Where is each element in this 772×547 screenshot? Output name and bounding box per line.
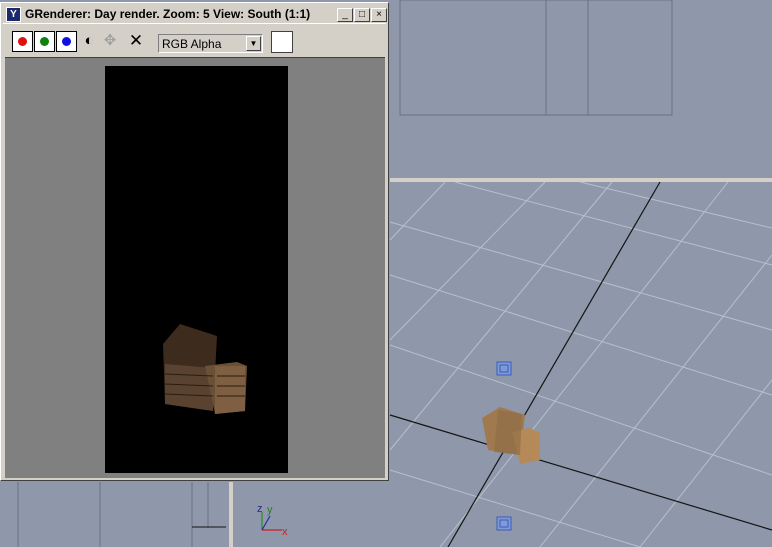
display-mode-select[interactable]: RGB Alpha ▼ — [158, 34, 263, 53]
green-channel-button[interactable] — [34, 31, 55, 52]
window-title: GRenderer: Day render. Zoom: 5 View: Sou… — [25, 7, 311, 21]
display-mode-value: RGB Alpha — [162, 37, 222, 51]
chevron-down-icon[interactable]: ▼ — [246, 36, 261, 51]
app-icon: Y — [6, 7, 21, 22]
light-marker-icon[interactable] — [496, 361, 512, 376]
clear-icon[interactable]: ✕ — [127, 32, 145, 50]
minimize-button[interactable]: _ — [337, 8, 353, 22]
maximize-button[interactable]: □ — [354, 8, 370, 22]
camera-marker-icon[interactable] — [496, 516, 512, 531]
axis-x-label: x — [282, 526, 288, 538]
red-dot-icon — [18, 37, 27, 46]
rendered-scene — [105, 66, 288, 473]
bottom-left-viewport[interactable] — [0, 482, 233, 547]
axis-y-label: y — [267, 504, 273, 516]
mono-channel-icon[interactable]: ◐ — [80, 32, 98, 50]
grenderer-window[interactable]: Y GRenderer: Day render. Zoom: 5 View: S… — [0, 2, 389, 481]
viewport-divider[interactable] — [390, 178, 772, 182]
render-image — [105, 66, 288, 473]
red-channel-button[interactable] — [12, 31, 33, 52]
top-viewport[interactable] — [390, 0, 772, 178]
disabled-tool-icon: ✥ — [103, 32, 117, 49]
render-output-area — [5, 57, 385, 478]
background-color-swatch[interactable] — [271, 31, 293, 53]
title-bar[interactable]: Y GRenderer: Day render. Zoom: 5 View: S… — [3, 5, 387, 24]
blue-channel-button[interactable] — [56, 31, 77, 52]
axis-z-label: z — [257, 503, 263, 515]
close-button[interactable]: × — [371, 8, 387, 22]
render-toolbar: ◐ ✥ ✕ RGB Alpha ▼ — [3, 27, 386, 57]
green-dot-icon — [40, 37, 49, 46]
blue-dot-icon — [62, 37, 71, 46]
